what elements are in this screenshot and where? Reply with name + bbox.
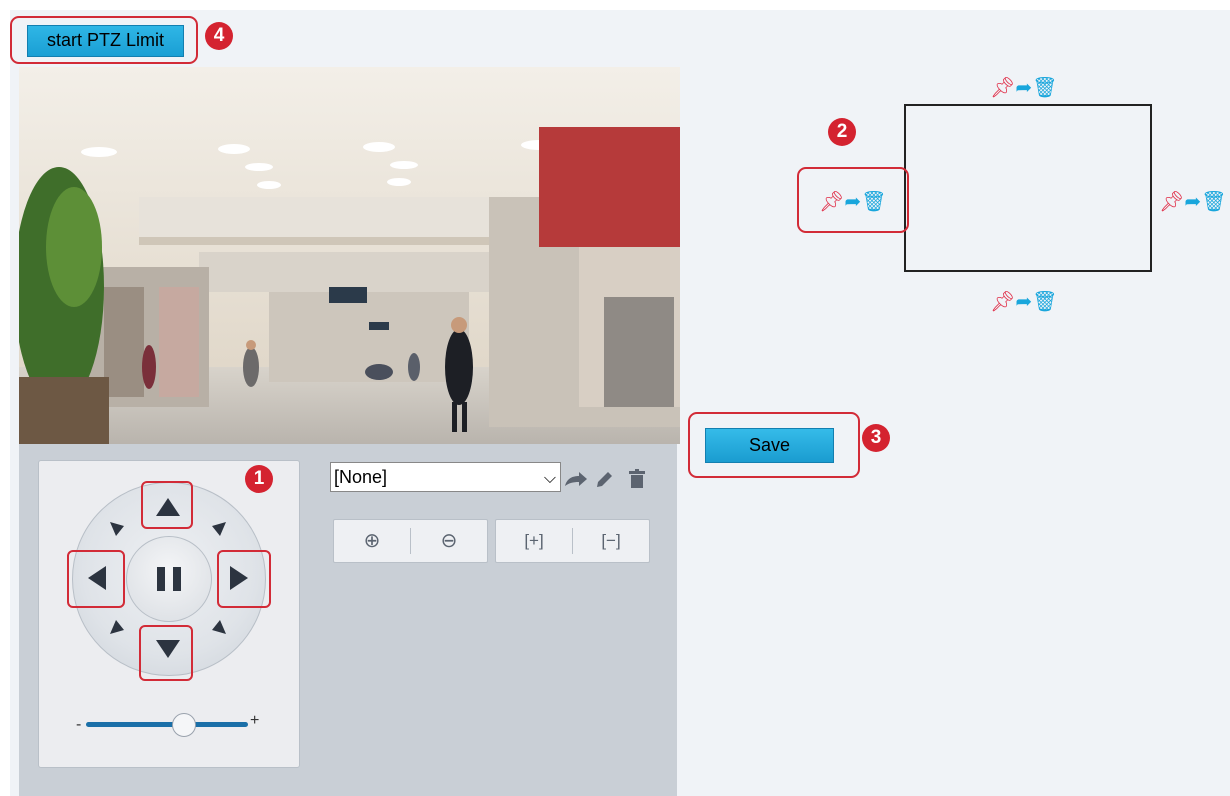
live-video-view[interactable] [19,67,680,444]
pin-icon[interactable]: 📌︎ [990,290,1015,314]
limit-right-controls: 📌︎➦🗑︎ [1159,190,1227,214]
focus-far-button[interactable]: [−] [573,520,649,562]
limit-bottom-controls: 📌︎➦🗑︎ [990,290,1058,314]
speed-minus-label: - [76,716,82,733]
focus-near-button[interactable]: [+] [496,520,572,562]
trash-icon[interactable]: 🗑︎ [1032,76,1057,100]
callout-badge-4: 4 [205,22,233,50]
callout-badge-3: 3 [862,424,890,452]
zoom-out-button[interactable]: ⊖ [411,520,487,562]
go-to-preset-icon[interactable] [563,470,589,490]
trash-icon[interactable]: 🗑︎ [1032,290,1057,314]
speed-slider[interactable] [86,722,248,727]
down-left-arrow-icon [110,620,124,634]
mall-camera-image [19,67,680,444]
zoom-button-group: ⊕ ⊖ [333,519,488,563]
pin-icon[interactable]: 📌︎ [1159,190,1184,214]
ptz-limit-area [904,104,1152,272]
goto-icon[interactable]: ➦ [1015,76,1032,100]
save-button[interactable]: Save [705,428,834,463]
pin-icon[interactable]: 📌︎ [990,76,1015,100]
goto-icon[interactable]: ➦ [1184,190,1201,214]
speed-plus-label: + [250,712,260,729]
ptz-up-button[interactable] [141,481,193,529]
focus-button-group: [+] [−] [495,519,650,563]
preset-selected-value: [None] [334,467,388,487]
up-right-arrow-icon [212,522,226,536]
callout-badge-2: 2 [828,118,856,146]
start-ptz-limit-button[interactable]: start PTZ Limit [27,25,184,57]
preset-select[interactable]: [None] ⌵ [330,462,561,492]
chevron-down-icon: ⌵ [543,470,556,487]
down-right-arrow-icon [212,620,226,634]
zoom-in-button[interactable]: ⊕ [334,520,410,562]
ptz-right-button[interactable] [217,550,271,608]
ptz-left-button[interactable] [67,550,125,608]
goto-icon[interactable]: ➦ [1015,290,1032,314]
ptz-down-button[interactable] [139,625,193,681]
limit-top-controls: 📌︎➦🗑︎ [990,76,1058,100]
delete-preset-icon[interactable] [626,468,648,490]
speed-slider-handle[interactable] [172,713,196,737]
edit-preset-icon[interactable] [594,470,616,490]
trash-icon[interactable]: 🗑︎ [1201,190,1226,214]
up-left-arrow-icon [110,522,124,536]
callout-box-left-controls [797,167,909,233]
callout-badge-1: 1 [245,465,273,493]
